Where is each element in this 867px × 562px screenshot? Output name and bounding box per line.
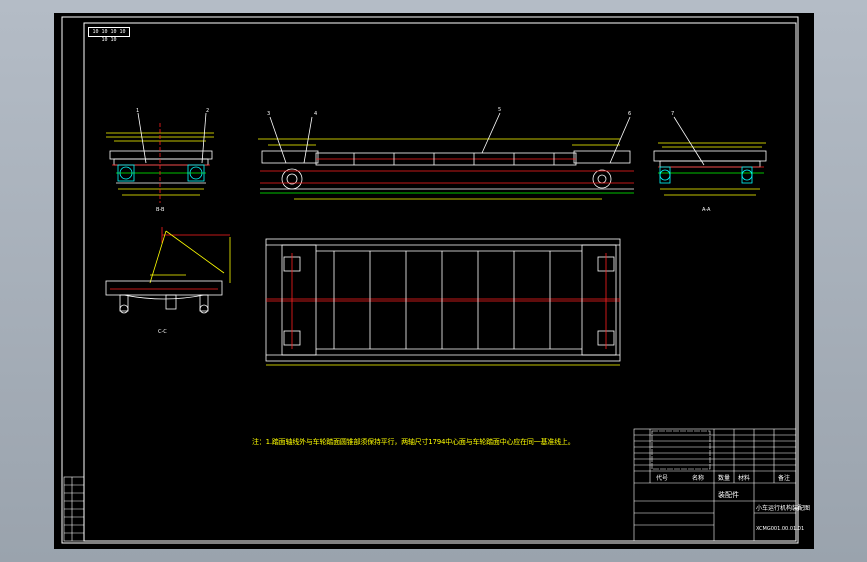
- part-number-label: 5: [498, 107, 501, 113]
- outer-frame: [61, 16, 799, 544]
- technical-requirement-note: 注：1.踏面轴线外与车轮踏面圆锥部须保持平行，两轴尺寸1794中心面与车轮踏面中…: [252, 438, 575, 446]
- section-label: C-C: [158, 329, 167, 335]
- cad-viewport: 1 2 B-B 3 4 5 6 7 A-A C-C 代号 名称 数量 材料 备注…: [0, 0, 867, 562]
- section-label: A-A: [702, 207, 711, 213]
- title-header-cell: 数量: [718, 474, 730, 482]
- title-header-cell: 代号: [656, 474, 668, 482]
- part-number-label: 2: [206, 108, 209, 114]
- margin-table: [63, 476, 85, 542]
- left-end-view: [106, 112, 214, 203]
- plan-view: [265, 238, 621, 366]
- title-block: [633, 428, 797, 542]
- side-detail-view: [105, 227, 231, 314]
- part-number-label: 3: [267, 111, 270, 117]
- title-header-cell: 名称: [692, 474, 704, 482]
- front-view: [258, 112, 634, 200]
- title-header-cell: 备注: [778, 474, 790, 482]
- assembly-label: 装配件: [718, 490, 739, 499]
- part-number-label: 6: [628, 111, 631, 117]
- part-number-label: 1: [136, 108, 139, 114]
- inner-frame: [83, 22, 797, 542]
- drawing-name: 小车运行机构装配图: [756, 504, 810, 512]
- right-end-view: [653, 116, 767, 196]
- drawing-canvas: 1 2 B-B 3 4 5 6 7 A-A C-C 代号 名称 数量 材料 备注…: [61, 16, 810, 544]
- drawing-code-box: 10 10 10 10 10 10: [88, 27, 130, 43]
- part-number-label: 7: [671, 111, 674, 117]
- section-label: B-B: [156, 207, 165, 213]
- drawing-sheet: 1 2 B-B 3 4 5 6 7 A-A C-C 代号 名称 数量 材料 备注…: [54, 13, 814, 549]
- part-number-label: 4: [314, 111, 317, 117]
- drawing-number: XCMG001.00.01.01: [756, 526, 804, 532]
- title-header-cell: 材料: [738, 474, 750, 482]
